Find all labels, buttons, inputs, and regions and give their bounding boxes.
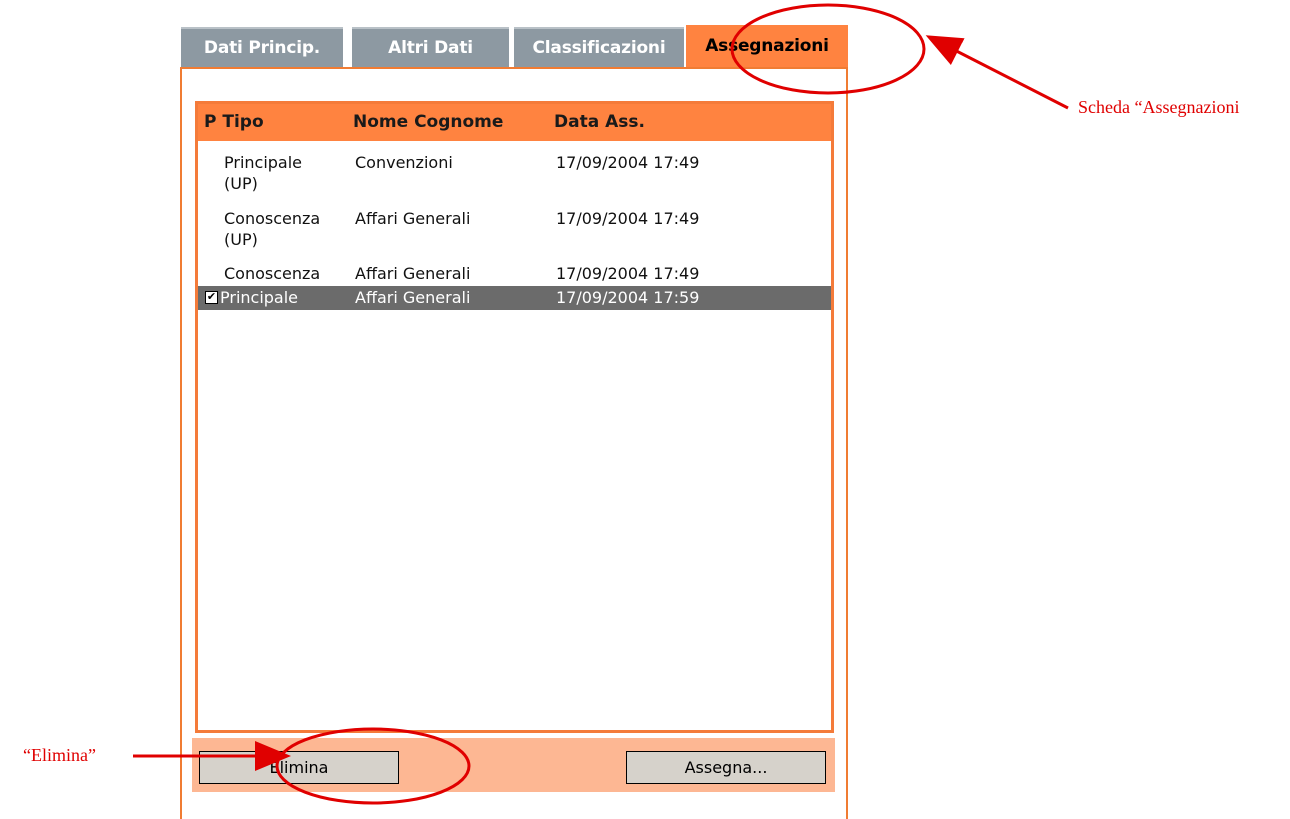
cell-tipo: Principale (UP)	[224, 153, 303, 193]
tab-dati-princip[interactable]: Dati Princip.	[181, 27, 343, 67]
tab-assegnazioni[interactable]: Assegnazioni	[686, 25, 848, 67]
tab-altri-dati[interactable]: Altri Dati	[352, 27, 509, 67]
cell-tipo: Conoscenza	[224, 264, 321, 283]
table-row[interactable]: Conoscenza (UP) Affari Generali 17/09/20…	[198, 208, 831, 252]
table-row[interactable]: Conoscenza Affari Generali 17/09/2004 17…	[198, 263, 831, 285]
annotation-label-scheda: Scheda “Assegnazioni	[1078, 97, 1240, 117]
cell-nome: Affari Generali	[355, 264, 471, 283]
table-row-selected[interactable]: ✔ Principale Affari Generali 17/09/2004 …	[198, 286, 831, 310]
cell-nome: Affari Generali	[355, 288, 471, 307]
annotation-label-elimina: “Elimina”	[23, 745, 96, 765]
annotation-arrow-scheda	[925, 35, 1069, 110]
cell-data: 17/09/2004 17:59	[556, 288, 700, 307]
assignments-list[interactable]: P Tipo Nome Cognome Data Ass. Principale…	[195, 101, 834, 733]
table-row[interactable]: Principale (UP) Convenzioni 17/09/2004 1…	[198, 152, 831, 196]
assegna-button[interactable]: Assegna...	[626, 751, 826, 784]
list-header: P Tipo Nome Cognome Data Ass.	[198, 104, 831, 141]
cell-tipo: Principale	[220, 288, 299, 307]
elimina-button[interactable]: Elimina	[199, 751, 399, 784]
checkmark-icon[interactable]: ✔	[205, 291, 218, 304]
cell-nome: Affari Generali	[355, 209, 471, 228]
cell-nome: Convenzioni	[355, 153, 453, 172]
cell-data: 17/09/2004 17:49	[556, 264, 700, 283]
cell-tipo: Conoscenza (UP)	[224, 209, 321, 249]
cell-data: 17/09/2004 17:49	[556, 153, 700, 172]
column-header-data-ass[interactable]: Data Ass.	[554, 112, 645, 132]
column-header-nome-cognome[interactable]: Nome Cognome	[353, 112, 503, 132]
tab-classificazioni[interactable]: Classificazioni	[514, 27, 684, 67]
cell-data: 17/09/2004 17:49	[556, 209, 700, 228]
column-header-tipo[interactable]: P Tipo	[204, 112, 264, 132]
